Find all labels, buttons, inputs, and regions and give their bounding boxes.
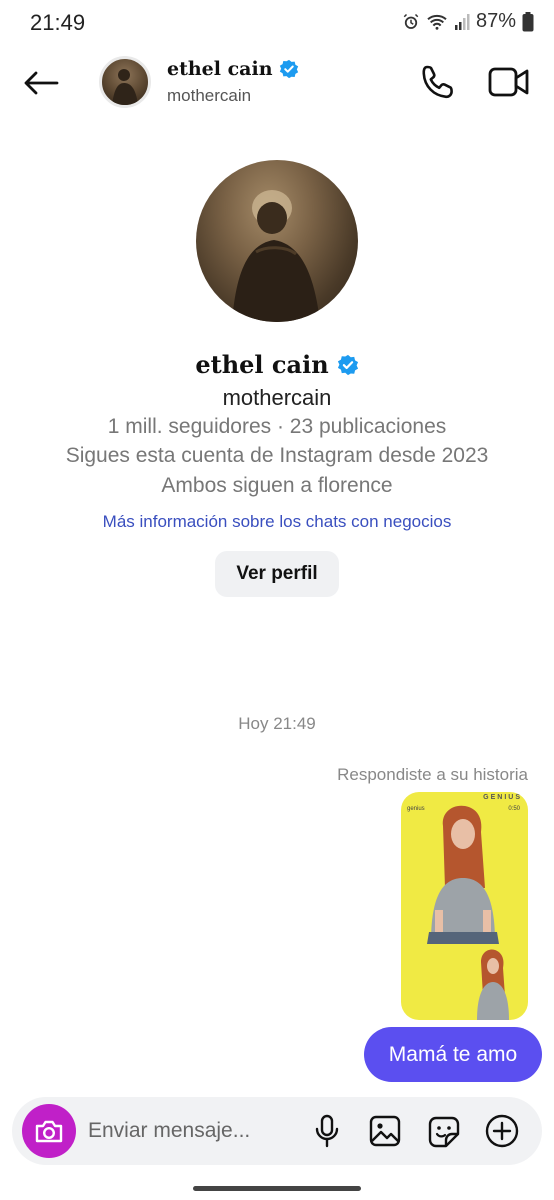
status-bar: 21:49 87% (0, 0, 554, 46)
video-call-button[interactable] (487, 62, 531, 104)
camera-icon (35, 1120, 63, 1143)
add-attachment-button[interactable] (484, 1113, 520, 1149)
business-chats-info-link[interactable]: Más información sobre los chats con nego… (0, 512, 554, 532)
voice-message-button[interactable] (310, 1114, 344, 1148)
sticker-icon (428, 1116, 460, 1148)
back-button[interactable] (20, 62, 62, 104)
video-camera-icon (488, 67, 529, 97)
status-icons: 87% (402, 10, 534, 33)
profile-name-row: ethel cain (0, 350, 554, 379)
back-arrow-icon (24, 71, 59, 95)
signal-icon (454, 13, 470, 30)
battery-icon (522, 11, 534, 31)
battery-percentage: 87% (475, 10, 516, 32)
profile-mutual-followers: Ambos siguen a florence (161, 474, 393, 497)
phone-icon (422, 65, 453, 99)
status-time: 21:49 (30, 10, 86, 35)
sticker-button[interactable] (426, 1114, 462, 1150)
profile-name: ethel cain (195, 350, 329, 379)
microphone-icon (315, 1114, 339, 1148)
gallery-button[interactable] (368, 1114, 402, 1148)
wifi-icon (427, 14, 447, 30)
add-icon (485, 1114, 519, 1148)
profile-stats: 1 mill. seguidores · 23 publicaciones (107, 415, 447, 438)
profile-avatar[interactable] (196, 160, 358, 322)
header-username: mothercain (167, 86, 252, 105)
story-duration-label: 0:50 (508, 806, 520, 812)
header-avatar[interactable] (99, 56, 151, 108)
alarm-icon (403, 13, 419, 29)
avatar-figure-icon (112, 69, 138, 105)
view-profile-button[interactable]: Ver perfil (215, 551, 339, 597)
profile-following-since: Sigues esta cuenta de Instagram desde 20… (65, 444, 489, 467)
voice-call-button[interactable] (418, 62, 460, 104)
gallery-icon (369, 1115, 401, 1147)
chat-header: ethel cain mothercain (0, 48, 554, 118)
verified-badge-icon (337, 354, 358, 375)
chat-timestamp: Hoy 21:49 (238, 714, 316, 733)
message-input[interactable] (88, 1115, 288, 1147)
story-reply-label: Respondiste a su historia (337, 765, 528, 784)
story-image (427, 805, 509, 1020)
profile-photo-figure (232, 190, 320, 322)
profile-username: mothercain (222, 385, 332, 410)
story-source-label: genius (407, 806, 425, 812)
home-indicator[interactable] (193, 1186, 361, 1191)
story-brand-label: GENIUS (483, 794, 522, 801)
sent-message-bubble[interactable]: Mamá te amo (364, 1027, 542, 1082)
camera-button[interactable] (22, 1104, 76, 1158)
story-reply-thumbnail[interactable]: GENIUS genius 0:50 (401, 792, 528, 1020)
verified-badge-icon (279, 59, 298, 79)
message-composer (12, 1097, 542, 1165)
header-name-row[interactable]: ethel cain (167, 58, 299, 80)
header-name: ethel cain (167, 58, 273, 80)
